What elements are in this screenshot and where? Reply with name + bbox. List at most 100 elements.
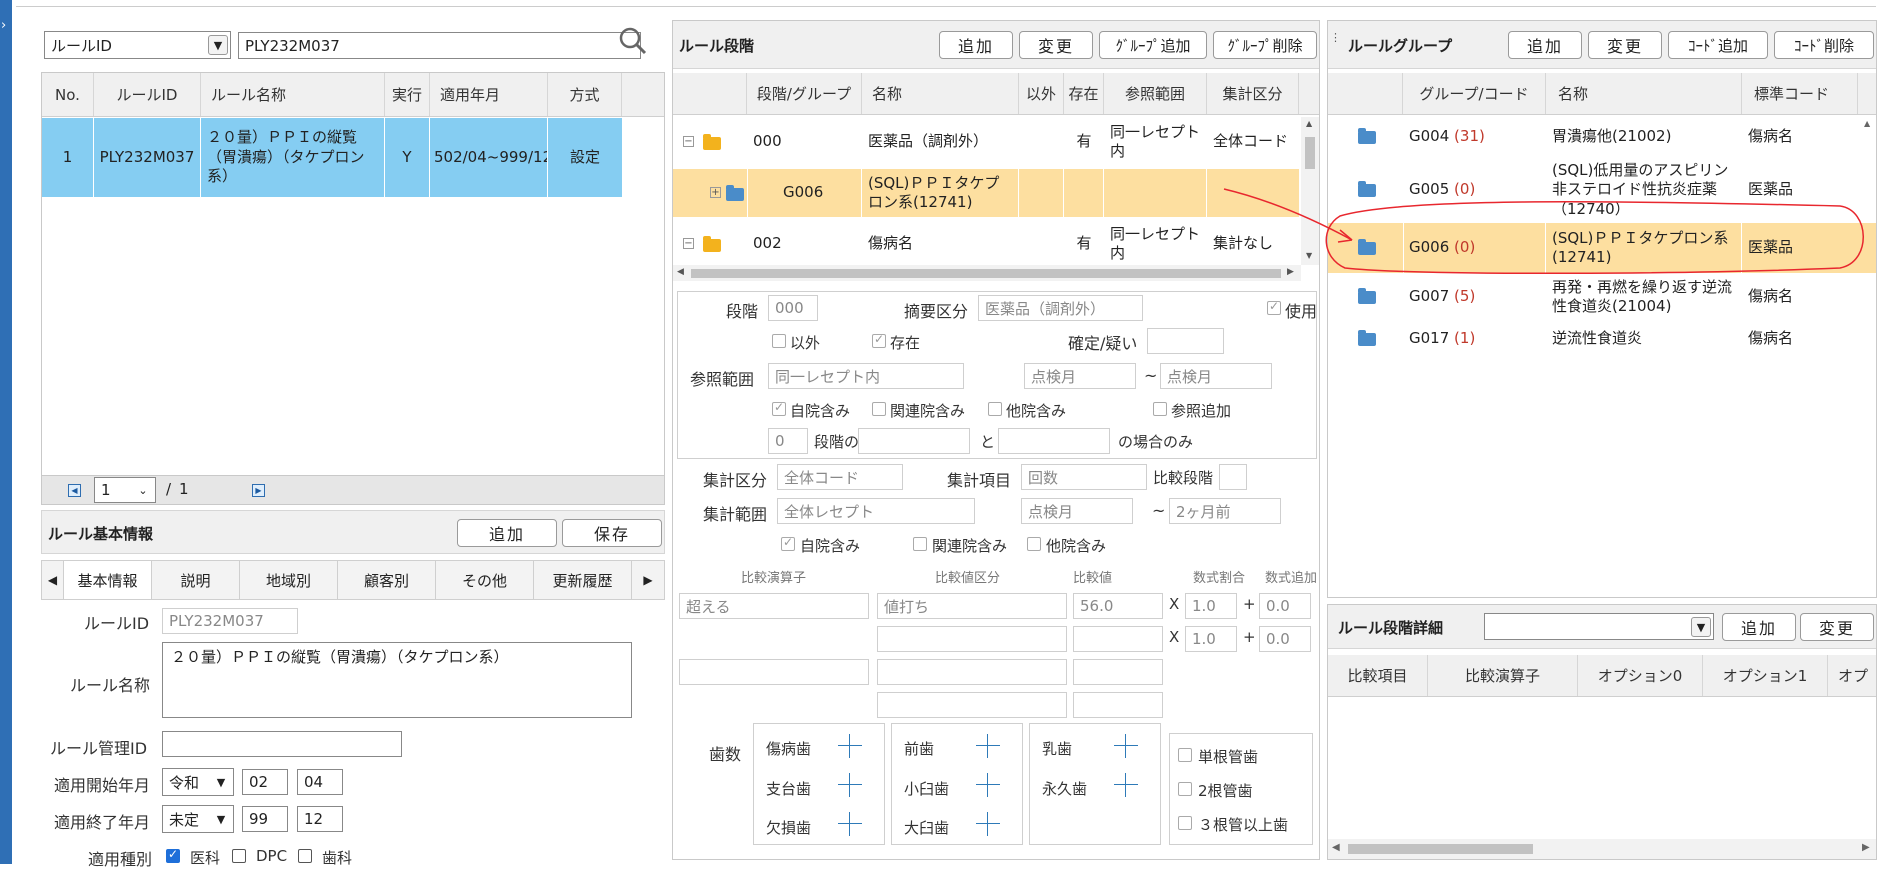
scroll-down-icon[interactable]: ▼ — [1306, 251, 1312, 260]
rule-name-textarea[interactable]: ２０量）ＰＰＩの縦覧（胃潰瘍）（タケプロン系） — [162, 642, 632, 718]
start-era-select[interactable]: 令和 ▼ — [162, 768, 234, 796]
end-month-input[interactable]: 12 — [297, 806, 343, 832]
plus-icon[interactable] — [976, 773, 1000, 797]
group-delete-button[interactable]: ｸﾞﾙｰﾌﾟ削除 — [1213, 31, 1317, 59]
col-std-code[interactable]: 標準コード — [1742, 73, 1858, 114]
plus-icon[interactable] — [838, 734, 862, 758]
stage-change-button[interactable]: 変更 — [1019, 31, 1093, 59]
related-checkbox[interactable] — [872, 402, 886, 416]
root-2-checkbox[interactable] — [1178, 782, 1192, 796]
use-checkbox[interactable] — [1267, 299, 1281, 315]
tab-basic[interactable]: 基本情報 — [64, 561, 152, 599]
next-page-icon[interactable]: ▶ — [252, 484, 265, 497]
col-cmp-item[interactable]: 比較項目 — [1328, 655, 1428, 696]
scroll-up-icon[interactable]: ▲ — [1306, 119, 1312, 128]
group-add-button[interactable]: 追加 — [1508, 31, 1582, 59]
page-select[interactable]: 1 ⌄ — [94, 477, 156, 503]
prev-page-icon[interactable]: ◀ — [68, 484, 81, 497]
col-stage-group[interactable]: 段階/グループ — [747, 73, 862, 114]
tree-row[interactable]: − 000 医薬品（調剤外） 有 同一レセプト内 全体コード — [673, 117, 1299, 167]
plus-icon[interactable] — [838, 812, 862, 836]
col-rule-id[interactable]: ルールID — [94, 73, 201, 116]
scroll-thumb-h[interactable] — [691, 269, 1281, 278]
agg-others-checkbox[interactable] — [1027, 537, 1041, 551]
agg-related-checkbox[interactable] — [913, 537, 927, 551]
col-method[interactable]: 方式 — [548, 73, 622, 116]
side-collapse-strip[interactable]: › — [0, 0, 12, 864]
collapse-icon[interactable]: − — [683, 238, 694, 249]
vertical-scrollbar[interactable]: ▲ ▼ — [1301, 117, 1319, 265]
other-checkbox[interactable] — [772, 334, 786, 348]
tab-other[interactable]: その他 — [436, 561, 534, 599]
grip-icon[interactable]: ⋮ — [1330, 31, 1341, 44]
tab-description[interactable]: 説明 — [152, 561, 240, 599]
col-option2[interactable]: オプ — [1828, 655, 1876, 696]
group-row-selected[interactable]: G006 (0) (SQL)ＰＰＩタケプロン系(12741) 医薬品 — [1328, 223, 1876, 273]
plus-icon[interactable] — [1114, 773, 1138, 797]
col-name[interactable]: 名称 — [862, 73, 1019, 114]
col-option1[interactable]: オプション1 — [1703, 655, 1828, 696]
stage-add-button[interactable]: 追加 — [939, 31, 1013, 59]
exist-checkbox[interactable] — [872, 332, 886, 348]
col-option0[interactable]: オプション0 — [1578, 655, 1703, 696]
scroll-thumb[interactable] — [1305, 137, 1315, 169]
start-month-input[interactable]: 04 — [297, 769, 343, 795]
stage-detail-hscroll[interactable]: ◀ ▶ — [1328, 839, 1876, 859]
refadd-checkbox[interactable] — [1153, 402, 1167, 416]
others-checkbox[interactable] — [988, 402, 1002, 416]
plus-icon[interactable] — [976, 812, 1000, 836]
group-row[interactable]: G017 (1) 逆流性食道炎 傷病名 — [1328, 321, 1858, 357]
search-field-select[interactable]: ルールID ▼ — [44, 31, 231, 59]
tree-row[interactable]: − 002 傷病名 有 同一レセプト内 集計なし — [673, 219, 1299, 269]
group-add-button[interactable]: ｸﾞﾙｰﾌﾟ追加 — [1099, 31, 1207, 59]
agg-self-checkbox[interactable] — [781, 535, 795, 551]
col-rule-name[interactable]: ルール名称 — [201, 73, 385, 116]
root-3-checkbox[interactable] — [1178, 816, 1192, 830]
scroll-thumb-h[interactable] — [1348, 844, 1533, 854]
tree-row-selected[interactable]: + G006 (SQL)ＰＰＩタケプロン系(12741) — [673, 169, 1299, 217]
expand-icon[interactable]: + — [710, 187, 721, 198]
col-exec[interactable]: 実行 — [385, 73, 430, 116]
table-row[interactable]: 1 PLY232M037 ２０量）ＰＰＩの縦覧（胃潰瘍）（タケプロン系） Y 5… — [42, 118, 622, 197]
code-add-button[interactable]: ｺｰﾄﾞ追加 — [1668, 31, 1768, 59]
col-range[interactable]: 参照範囲 — [1104, 73, 1207, 114]
col-other[interactable]: 以外 — [1019, 73, 1064, 114]
group-change-button[interactable]: 変更 — [1588, 31, 1662, 59]
kind-dpc-checkbox[interactable] — [232, 849, 246, 863]
col-exist[interactable]: 存在 — [1064, 73, 1104, 114]
col-agg[interactable]: 集計区分 — [1207, 73, 1299, 114]
group-row[interactable]: G005 (0) (SQL)低用量のアスピリン非ステロイド性抗炎症薬（12740… — [1328, 157, 1858, 223]
kind-dental-checkbox[interactable] — [298, 849, 312, 863]
stage-detail-change-button[interactable]: 変更 — [1800, 613, 1874, 641]
start-year-input[interactable]: 02 — [242, 769, 288, 795]
tab-scroll-left[interactable]: ◀ — [42, 561, 64, 599]
col-no[interactable]: No. — [42, 73, 94, 116]
basic-add-button[interactable]: 追加 — [457, 519, 557, 547]
scroll-up-icon[interactable]: ▲ — [1864, 119, 1870, 128]
kind-medical-checkbox[interactable] — [166, 847, 180, 863]
group-row[interactable]: G004 (31) 胃潰瘍他(21002) 傷病名 — [1328, 117, 1858, 157]
scroll-right-icon[interactable]: ▶ — [1862, 842, 1870, 853]
stage-detail-select[interactable]: ▼ — [1484, 613, 1714, 640]
group-row[interactable]: G007 (5) 再発・再燃を繰り返す逆流性食道炎(21004) 傷病名 — [1328, 273, 1858, 321]
stage-detail-add-button[interactable]: 追加 — [1722, 613, 1796, 641]
group-scrollbar[interactable]: ▲ — [1858, 117, 1876, 237]
root-1-checkbox[interactable] — [1178, 748, 1192, 762]
tab-scroll-right[interactable]: ▶ — [632, 561, 664, 599]
search-input[interactable]: PLY232M037 — [238, 32, 641, 59]
scroll-right-icon[interactable]: ▶ — [1287, 267, 1294, 277]
code-delete-button[interactable]: ｺｰﾄﾞ削除 — [1774, 31, 1874, 59]
col-period[interactable]: 適用年月 — [430, 73, 548, 116]
tab-region[interactable]: 地域別 — [240, 561, 338, 599]
end-era-select[interactable]: 未定 ▼ — [162, 805, 234, 833]
search-icon[interactable] — [617, 25, 649, 57]
plus-icon[interactable] — [838, 773, 862, 797]
plus-icon[interactable] — [1114, 734, 1138, 758]
tab-history[interactable]: 更新履歴 — [534, 561, 632, 599]
self-checkbox[interactable] — [772, 400, 786, 416]
horizontal-scrollbar[interactable]: ◀ ▶ — [673, 265, 1301, 281]
plus-icon[interactable] — [976, 734, 1000, 758]
end-year-input[interactable]: 99 — [242, 806, 288, 832]
scroll-left-icon[interactable]: ◀ — [677, 267, 684, 277]
scroll-left-icon[interactable]: ◀ — [1332, 842, 1340, 853]
